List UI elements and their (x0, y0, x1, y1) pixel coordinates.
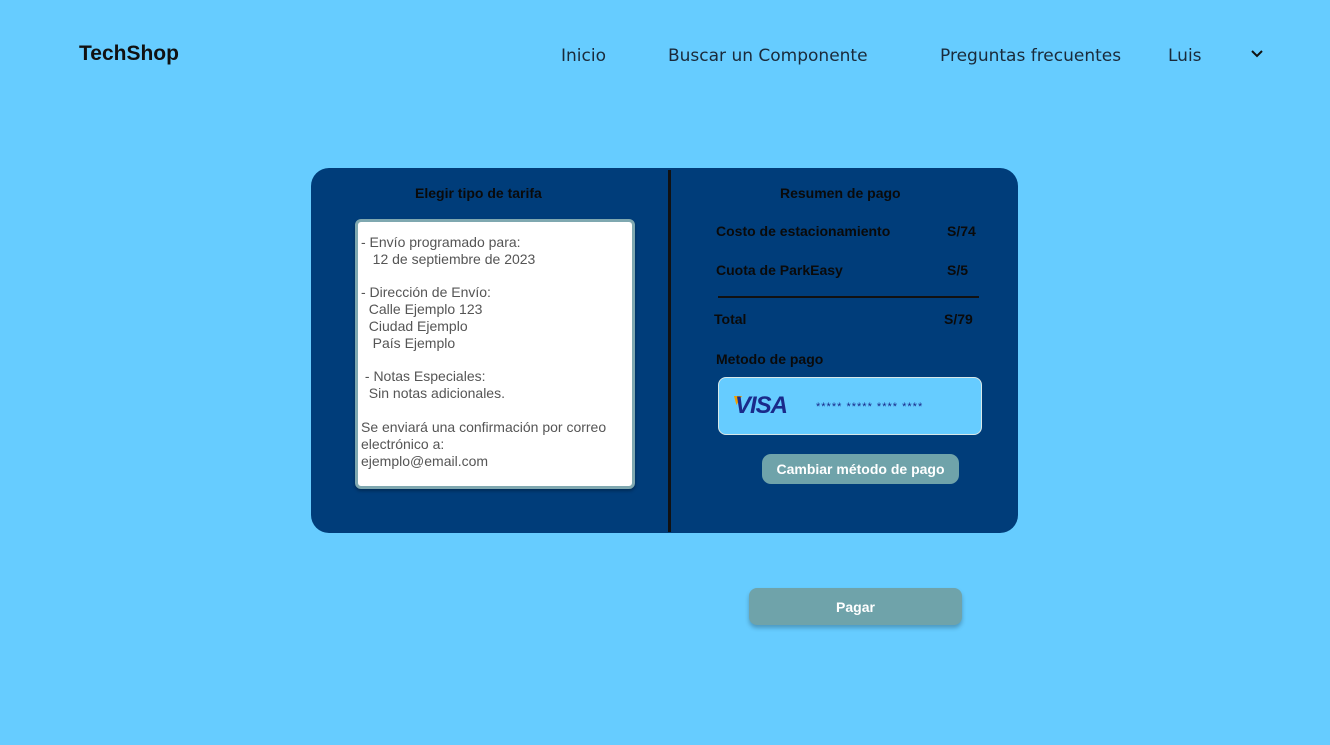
visa-logo: VISA (735, 392, 788, 419)
chevron-down-icon[interactable] (1250, 47, 1264, 61)
parking-cost-value: S/74 (947, 223, 976, 239)
parkeasy-fee-label: Cuota de ParkEasy (716, 262, 843, 278)
total-label: Total (714, 311, 747, 327)
summary-divider (718, 296, 979, 298)
details-line: Ciudad Ejemplo (361, 318, 468, 334)
total-value: S/79 (944, 311, 973, 327)
parkeasy-fee-value: S/5 (947, 262, 969, 278)
nav-link-inicio[interactable]: Inicio (561, 46, 606, 66)
nav-link-buscar-componente[interactable]: Buscar un Componente (668, 46, 868, 66)
brand-logo[interactable]: TechShop (79, 42, 179, 66)
change-payment-method-button[interactable]: Cambiar método de pago (762, 454, 959, 484)
details-line: Calle Ejemplo 123 (361, 301, 483, 317)
details-line: - Notas Especiales: (361, 368, 486, 384)
details-line: - Envío programado para: (361, 234, 521, 250)
fare-type-title: Elegir tipo de tarifa (415, 185, 542, 201)
details-line: País Ejemplo (361, 335, 456, 351)
payment-summary-title: Resumen de pago (780, 185, 901, 201)
payment-card[interactable]: VISA ***** ***** **** **** (718, 377, 982, 435)
shipping-details-box: - Envío programado para: 12 de septiembr… (355, 219, 635, 489)
details-line: 12 de septiembre de 2023 (361, 251, 536, 267)
details-line: electrónico a: (361, 436, 445, 452)
payment-method-label: Metodo de pago (716, 351, 824, 367)
card-number: ***** ***** **** **** (816, 401, 924, 413)
pay-button[interactable]: Pagar (749, 588, 962, 625)
details-line: - Dirección de Envío: (361, 284, 491, 300)
details-line: Se enviará una confirmación por correo (361, 419, 607, 435)
details-line: Sin notas adicionales. (361, 385, 505, 401)
parking-cost-label: Costo de estacionamiento (716, 223, 891, 239)
panel-divider (668, 170, 671, 532)
user-menu-name[interactable]: Luis (1168, 46, 1202, 66)
details-line: ejemplo@email.com (361, 453, 489, 469)
checkout-panel: Elegir tipo de tarifa - Envío programado… (311, 168, 1018, 533)
nav-link-preguntas-frecuentes[interactable]: Preguntas frecuentes (940, 46, 1121, 66)
